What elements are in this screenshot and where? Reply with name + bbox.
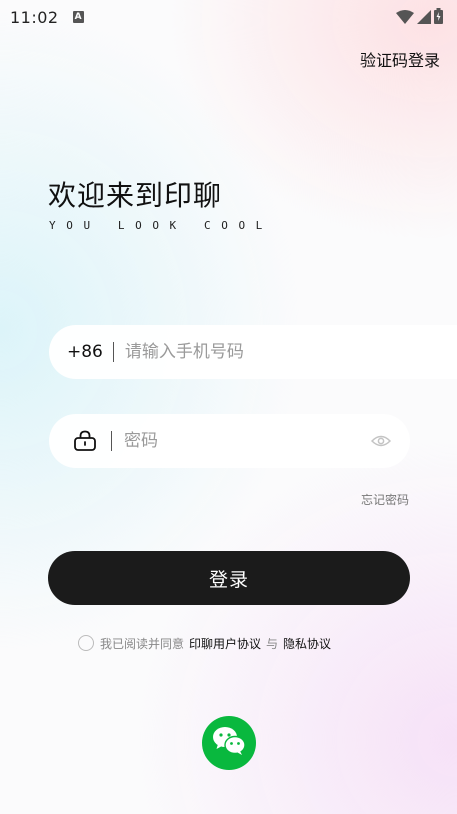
login-button[interactable]: 登录 <box>48 551 410 605</box>
agreement-checkbox[interactable] <box>78 635 94 651</box>
country-code[interactable]: +86 <box>67 342 103 362</box>
forgot-password-link[interactable]: 忘记密码 <box>361 491 409 508</box>
agreement-conjunction: 与 <box>266 636 279 651</box>
user-agreement-link[interactable]: 印聊用户协议 <box>189 635 261 652</box>
signal-icon <box>417 9 431 28</box>
agreement-row: 我已阅读并同意 印聊用户协议 与 隐私协议 <box>78 633 331 653</box>
notification-icon: A <box>72 11 84 23</box>
wifi-icon <box>396 9 414 28</box>
page-subtitle: YOU LOOK COOL <box>49 219 273 232</box>
eye-icon[interactable] <box>371 434 391 448</box>
agreement-prefix: 我已阅读并同意 <box>100 636 185 651</box>
lock-icon <box>73 430 97 452</box>
status-icons <box>396 8 443 28</box>
wechat-icon <box>212 726 246 760</box>
status-time: 11:02 <box>10 7 59 27</box>
password-input[interactable] <box>124 431 371 451</box>
corner-decoration <box>0 808 6 814</box>
phone-input[interactable] <box>124 342 457 362</box>
page-title: 欢迎来到印聊 <box>48 179 223 212</box>
battery-icon <box>434 8 443 28</box>
field-divider <box>112 342 114 362</box>
phone-field[interactable]: +86 <box>49 325 457 379</box>
sms-login-link[interactable]: 验证码登录 <box>360 47 440 71</box>
field-divider <box>111 431 112 451</box>
wechat-login-button[interactable] <box>202 716 256 770</box>
status-bar: 11:02 A <box>0 0 457 34</box>
privacy-policy-link[interactable]: 隐私协议 <box>283 635 331 652</box>
password-field[interactable] <box>49 414 410 468</box>
